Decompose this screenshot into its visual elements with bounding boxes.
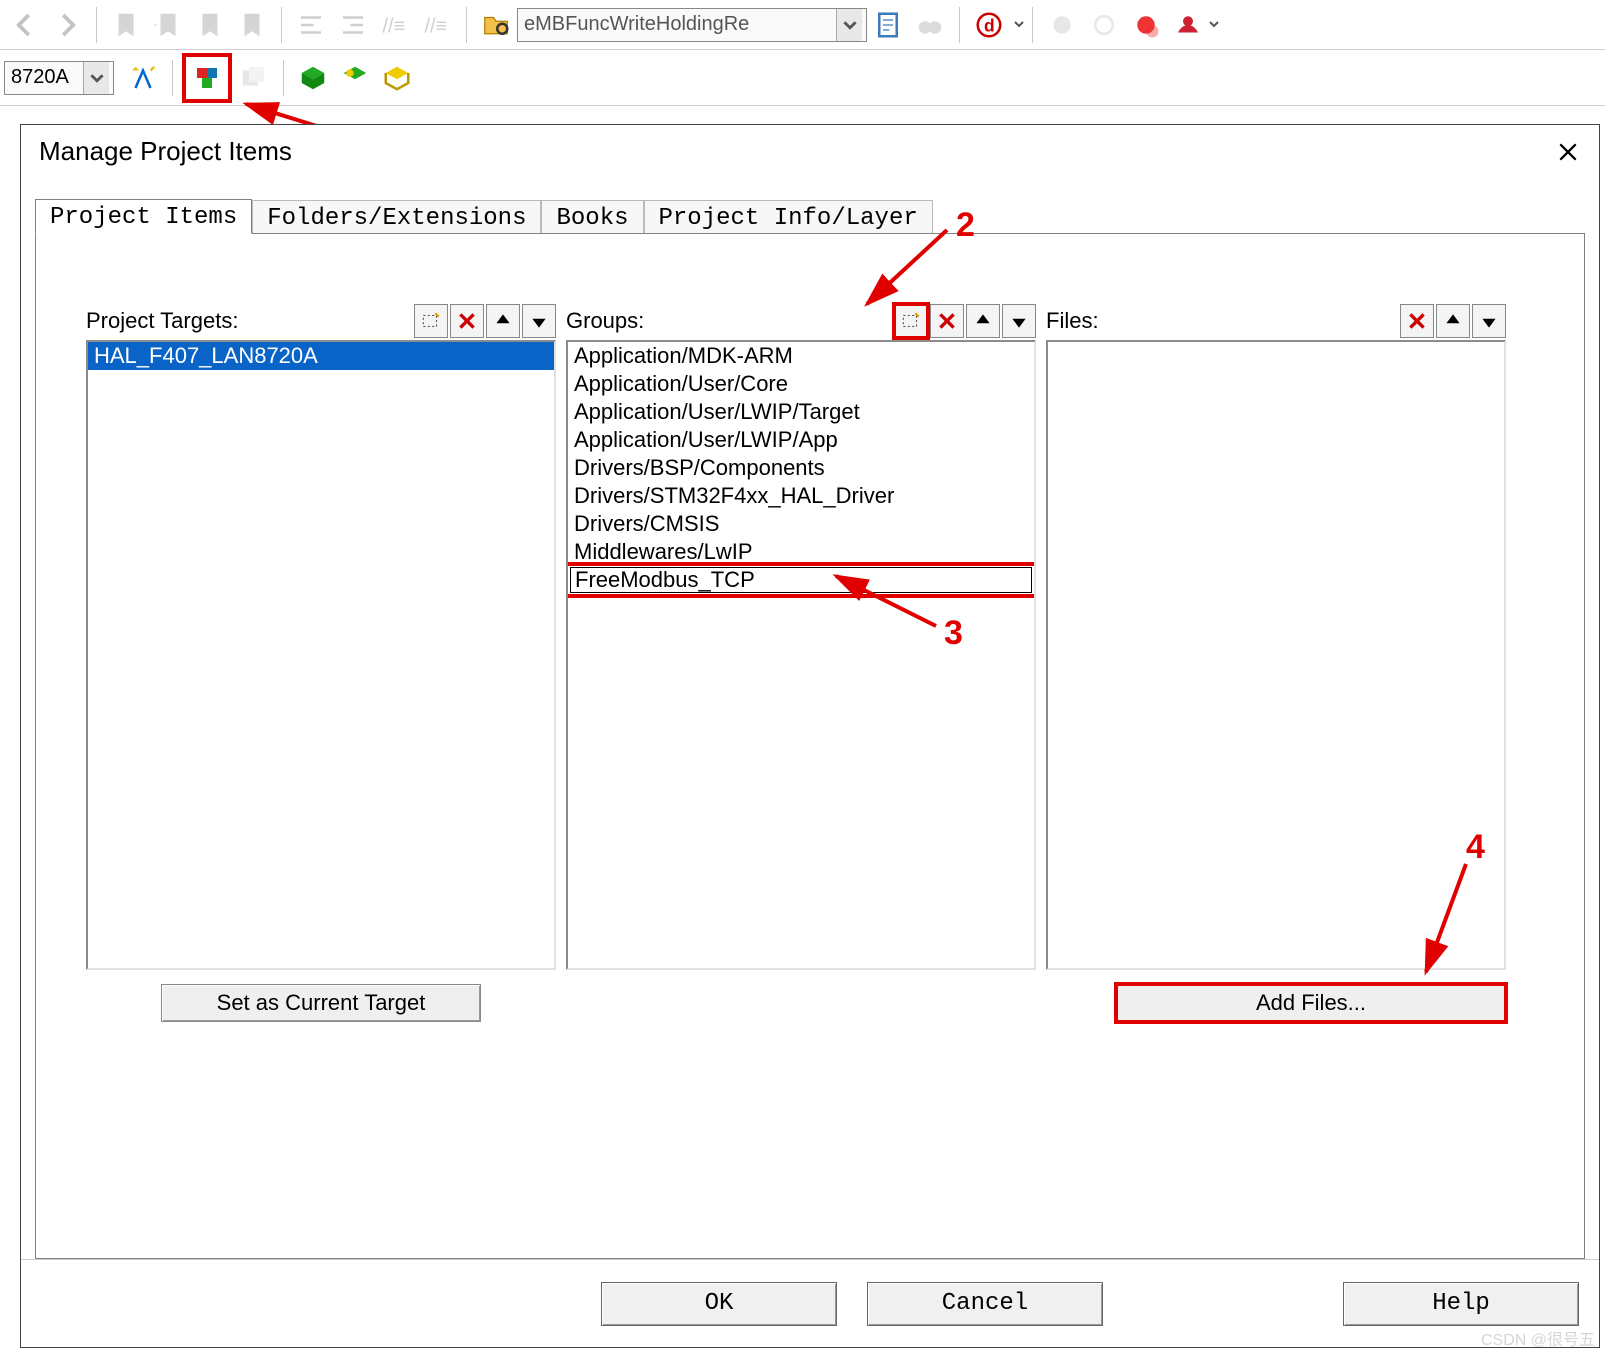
bookmark-toggle-icon[interactable] bbox=[108, 7, 144, 43]
manage-rte-icon[interactable] bbox=[379, 60, 415, 96]
move-up-icon[interactable] bbox=[966, 304, 1000, 338]
help-button[interactable]: Help bbox=[1343, 1282, 1579, 1326]
separator bbox=[1032, 7, 1033, 43]
files-label: Files: bbox=[1046, 308, 1099, 334]
nav-back-icon[interactable] bbox=[7, 7, 43, 43]
move-down-icon[interactable] bbox=[1002, 304, 1036, 338]
pack-installer-icon[interactable] bbox=[295, 60, 331, 96]
chevron-down-icon[interactable] bbox=[1014, 20, 1024, 30]
tab-project-info-layer[interactable]: Project Info/Layer bbox=[644, 200, 933, 234]
groups-column: Groups: Application/MDK-ARM Application/… bbox=[566, 304, 1036, 970]
groups-list[interactable]: Application/MDK-ARM Application/User/Cor… bbox=[566, 340, 1036, 970]
separator bbox=[466, 7, 467, 43]
target-select-input[interactable] bbox=[5, 63, 83, 93]
move-down-icon[interactable] bbox=[522, 304, 556, 338]
bookmark-next-icon[interactable] bbox=[192, 7, 228, 43]
function-combo-input[interactable] bbox=[518, 10, 836, 40]
move-up-icon[interactable] bbox=[1436, 304, 1470, 338]
manage-project-items-icon[interactable] bbox=[184, 55, 230, 101]
debug-icon[interactable]: d bbox=[971, 7, 1007, 43]
delete-file-icon[interactable] bbox=[1400, 304, 1434, 338]
close-icon[interactable] bbox=[1553, 137, 1583, 167]
binoculars-icon[interactable] bbox=[912, 7, 948, 43]
bookmark-prev-icon[interactable] bbox=[150, 7, 186, 43]
list-item[interactable]: Middlewares/LwIP bbox=[568, 538, 1034, 566]
group-edit-row bbox=[568, 566, 1034, 594]
list-item[interactable]: Drivers/CMSIS bbox=[568, 510, 1034, 538]
chevron-down-icon[interactable] bbox=[83, 62, 109, 94]
comment-icon[interactable]: //≡ bbox=[377, 7, 413, 43]
group-name-input[interactable] bbox=[570, 567, 1032, 593]
chevron-down-icon[interactable] bbox=[1209, 20, 1219, 30]
svg-text:d: d bbox=[984, 15, 995, 35]
svg-text://≡: //≡ bbox=[383, 15, 406, 37]
list-item[interactable]: Application/User/LWIP/Target bbox=[568, 398, 1034, 426]
svg-text://≡: //≡ bbox=[425, 15, 448, 37]
document-icon[interactable] bbox=[870, 7, 906, 43]
cancel-button[interactable]: Cancel bbox=[867, 1282, 1103, 1326]
tab-books[interactable]: Books bbox=[541, 200, 643, 234]
toolbar-main: //≡ //≡ d bbox=[0, 0, 1605, 50]
breakpoint-enable-icon[interactable] bbox=[1044, 7, 1080, 43]
tab-folders-extensions[interactable]: Folders/Extensions bbox=[252, 200, 541, 234]
delete-target-icon[interactable] bbox=[450, 304, 484, 338]
add-files-button[interactable]: Add Files... bbox=[1116, 984, 1506, 1022]
dialog-title: Manage Project Items bbox=[21, 125, 1599, 177]
move-up-icon[interactable] bbox=[486, 304, 520, 338]
targets-label: Project Targets: bbox=[86, 308, 238, 334]
function-combo[interactable] bbox=[517, 8, 867, 42]
separator bbox=[96, 7, 97, 43]
dialog-button-row: OK Cancel Help bbox=[21, 1259, 1599, 1347]
target-select-combo[interactable] bbox=[4, 61, 114, 95]
new-group-icon[interactable] bbox=[894, 304, 928, 338]
bookmark-clear-icon[interactable] bbox=[234, 7, 270, 43]
tab-project-items[interactable]: Project Items bbox=[35, 199, 252, 234]
separator bbox=[281, 7, 282, 43]
tab-bar: Project Items Folders/Extensions Books P… bbox=[35, 191, 1585, 233]
targets-column: Project Targets: HAL_F407_LAN8720A Set a… bbox=[86, 304, 556, 1022]
list-item[interactable]: Drivers/STM32F4xx_HAL_Driver bbox=[568, 482, 1034, 510]
list-item[interactable]: Application/User/Core bbox=[568, 370, 1034, 398]
chevron-down-icon[interactable] bbox=[836, 9, 862, 41]
files-column: Files: Add Files... bbox=[1046, 304, 1506, 1022]
list-item[interactable]: HAL_F407_LAN8720A bbox=[88, 342, 554, 370]
delete-group-icon[interactable] bbox=[930, 304, 964, 338]
separator bbox=[172, 60, 173, 96]
list-item[interactable]: Application/MDK-ARM bbox=[568, 342, 1034, 370]
nav-fwd-icon[interactable] bbox=[49, 7, 85, 43]
move-down-icon[interactable] bbox=[1472, 304, 1506, 338]
breakpoint-disable-icon[interactable] bbox=[1086, 7, 1122, 43]
separator bbox=[959, 7, 960, 43]
folder-find-icon[interactable] bbox=[478, 7, 514, 43]
ok-button[interactable]: OK bbox=[601, 1282, 837, 1326]
indent-right-icon[interactable] bbox=[335, 7, 371, 43]
manage-project-items-dialog: Manage Project Items Project Items Folde… bbox=[20, 124, 1600, 1348]
tools-icon[interactable] bbox=[1170, 7, 1206, 43]
breakpoint-kill-icon[interactable] bbox=[1128, 7, 1164, 43]
watermark: CSDN @很号五 bbox=[1481, 1326, 1595, 1350]
files-list[interactable] bbox=[1046, 340, 1506, 970]
options-icon[interactable] bbox=[125, 60, 161, 96]
groups-label: Groups: bbox=[566, 308, 644, 334]
multi-project-icon[interactable] bbox=[236, 60, 272, 96]
indent-left-icon[interactable] bbox=[293, 7, 329, 43]
new-target-icon[interactable] bbox=[414, 304, 448, 338]
toolbar-build bbox=[0, 50, 1605, 106]
filter-icon[interactable] bbox=[337, 60, 373, 96]
set-current-target-button[interactable]: Set as Current Target bbox=[161, 984, 481, 1022]
tab-pane: Project Targets: HAL_F407_LAN8720A Set a… bbox=[35, 234, 1585, 1259]
list-item[interactable]: Application/User/LWIP/App bbox=[568, 426, 1034, 454]
targets-list[interactable]: HAL_F407_LAN8720A bbox=[86, 340, 556, 970]
list-item[interactable]: Drivers/BSP/Components bbox=[568, 454, 1034, 482]
separator bbox=[283, 60, 284, 96]
dialog-body: Project Items Folders/Extensions Books P… bbox=[35, 191, 1585, 1259]
uncomment-icon[interactable]: //≡ bbox=[419, 7, 455, 43]
